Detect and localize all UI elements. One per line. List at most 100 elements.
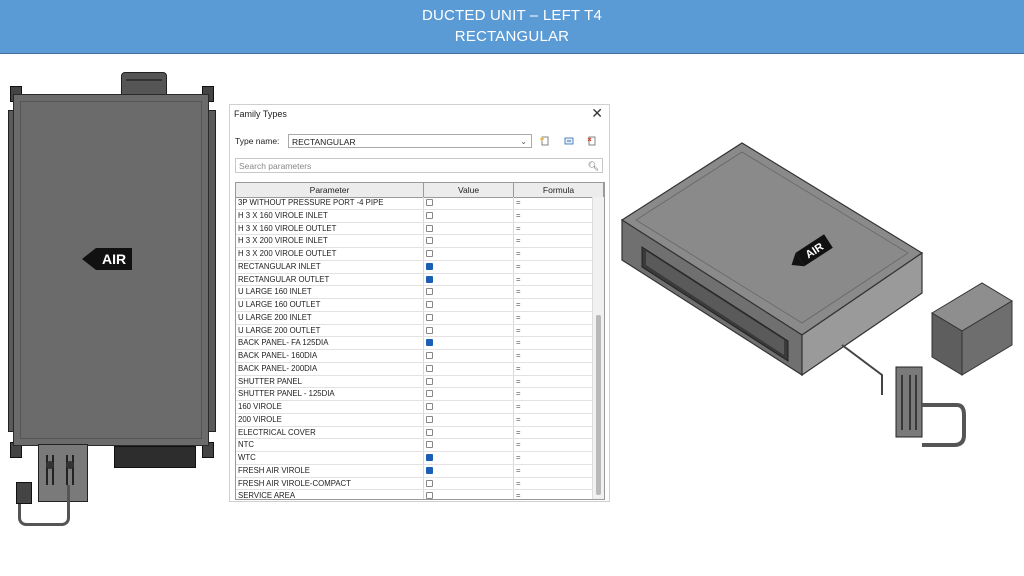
formula-cell[interactable]: = (516, 478, 521, 490)
value-checkbox[interactable] (426, 250, 433, 257)
value-checkbox[interactable] (426, 275, 433, 283)
front-view-drawing: AIR (8, 70, 218, 530)
new-type-icon[interactable] (540, 136, 550, 146)
value-checkbox[interactable] (426, 479, 433, 487)
close-icon[interactable]: ✕ (591, 105, 603, 122)
formula-cell[interactable]: = (516, 363, 521, 375)
formula-cell[interactable]: = (516, 325, 521, 337)
parameter-name: RECTANGULAR INLET (238, 261, 321, 271)
table-row[interactable]: NTC = (236, 439, 592, 452)
formula-cell[interactable]: = (516, 439, 521, 451)
table-row[interactable]: BACK PANEL- 160DIA = (236, 350, 592, 363)
type-name-value: RECTANGULAR (292, 137, 356, 147)
formula-cell[interactable]: = (516, 248, 521, 260)
value-checkbox[interactable] (426, 262, 433, 270)
table-row[interactable]: U LARGE 160 OUTLET = (236, 299, 592, 312)
parameter-name: U LARGE 200 OUTLET (238, 325, 321, 335)
type-name-select[interactable]: RECTANGULAR ⌄ (288, 134, 532, 148)
formula-cell[interactable]: = (516, 427, 521, 439)
value-checkbox[interactable] (426, 352, 433, 359)
value-checkbox[interactable] (426, 326, 433, 334)
parameter-name: SHUTTER PANEL - 125DIA (238, 389, 335, 399)
table-row[interactable]: BACK PANEL- 200DIA = (236, 363, 592, 376)
formula-cell[interactable]: = (516, 312, 521, 324)
value-checkbox[interactable] (426, 301, 433, 308)
value-checkbox[interactable] (426, 364, 433, 372)
parameter-name: FRESH AIR VIROLE-COMPACT (238, 478, 351, 488)
column-header-value[interactable]: Value (424, 183, 514, 197)
formula-cell[interactable]: = (516, 376, 521, 388)
table-row[interactable]: SERVICE AREA = (236, 490, 592, 499)
table-row[interactable]: 160 VIROLE = (236, 401, 592, 414)
table-row[interactable]: U LARGE 160 INLET = (236, 286, 592, 299)
value-checkbox[interactable] (426, 441, 433, 449)
formula-cell[interactable]: = (516, 465, 521, 477)
value-checkbox[interactable] (426, 339, 433, 347)
value-checkbox[interactable] (426, 288, 433, 296)
formula-cell[interactable]: = (516, 261, 521, 273)
parameter-name: H 3 X 160 VIROLE OUTLET (238, 223, 337, 233)
column-header-formula[interactable]: Formula (514, 183, 604, 197)
value-checkbox[interactable] (426, 403, 433, 410)
value-checkbox[interactable] (426, 454, 433, 461)
parameter-name: RECTANGULAR OUTLET (238, 274, 330, 284)
table-row[interactable]: H 3 X 160 VIROLE OUTLET = (236, 223, 592, 236)
parameter-name: 200 VIROLE (238, 414, 282, 424)
table-row[interactable]: BACK PANEL- FA 125DIA = (236, 337, 592, 350)
formula-cell[interactable]: = (516, 274, 521, 286)
table-row[interactable]: FRESH AIR VIROLE = (236, 465, 592, 478)
vertical-scrollbar[interactable] (592, 197, 604, 499)
formula-cell[interactable]: = (516, 223, 521, 235)
value-checkbox[interactable] (426, 492, 433, 499)
formula-cell[interactable]: = (516, 350, 521, 362)
value-checkbox[interactable] (426, 466, 433, 474)
value-checkbox[interactable] (426, 390, 433, 398)
rename-type-icon[interactable] (564, 136, 574, 146)
formula-cell[interactable]: = (516, 299, 521, 311)
arrow-left-icon (82, 248, 96, 270)
parameter-name: FRESH AIR VIROLE (238, 465, 310, 475)
table-row[interactable]: H 3 X 160 VIROLE INLET = (236, 210, 592, 223)
value-checkbox[interactable] (426, 224, 433, 232)
formula-cell[interactable]: = (516, 286, 521, 298)
formula-cell[interactable]: = (516, 337, 521, 349)
table-row[interactable]: ELECTRICAL COVER = (236, 427, 592, 440)
formula-cell[interactable]: = (516, 414, 521, 426)
formula-cell[interactable]: = (516, 401, 521, 413)
scroll-thumb[interactable] (596, 315, 601, 495)
table-row[interactable]: RECTANGULAR INLET = (236, 261, 592, 274)
value-checkbox[interactable] (426, 237, 433, 245)
table-row[interactable]: 200 VIROLE = (236, 414, 592, 427)
formula-cell[interactable]: = (516, 388, 521, 400)
value-checkbox[interactable] (426, 377, 433, 385)
table-row[interactable]: SHUTTER PANEL - 125DIA = (236, 388, 592, 401)
formula-cell[interactable]: = (516, 210, 521, 222)
table-row[interactable]: U LARGE 200 OUTLET = (236, 325, 592, 338)
formula-cell[interactable]: = (516, 452, 521, 464)
table-row[interactable]: H 3 X 200 VIROLE INLET = (236, 235, 592, 248)
air-direction-label: AIR (82, 248, 133, 270)
parameter-name: H 3 X 200 VIROLE INLET (238, 236, 328, 246)
parameter-name: WTC (238, 453, 256, 462)
column-header-parameter[interactable]: Parameter (236, 183, 424, 197)
value-checkbox[interactable] (426, 415, 433, 423)
delete-type-icon[interactable] (587, 136, 597, 146)
condensate-tray (114, 446, 196, 468)
table-row[interactable]: WTC = (236, 452, 592, 465)
value-checkbox[interactable] (426, 199, 433, 206)
value-checkbox[interactable] (426, 211, 433, 219)
table-row[interactable]: 3P WITHOUT PRESSURE PORT -4 PIPE = (236, 197, 592, 210)
formula-cell[interactable]: = (516, 490, 521, 499)
table-row[interactable]: FRESH AIR VIROLE-COMPACT = (236, 478, 592, 491)
table-row[interactable]: SHUTTER PANEL = (236, 376, 592, 389)
table-row[interactable]: RECTANGULAR OUTLET = (236, 274, 592, 287)
value-checkbox[interactable] (426, 313, 433, 321)
table-row[interactable]: H 3 X 200 VIROLE OUTLET = (236, 248, 592, 261)
value-checkbox[interactable] (426, 428, 433, 436)
formula-cell[interactable]: = (516, 235, 521, 247)
parameter-name: U LARGE 160 INLET (238, 287, 312, 297)
formula-cell[interactable]: = (516, 197, 521, 209)
table-row[interactable]: U LARGE 200 INLET = (236, 312, 592, 325)
parameter-name: U LARGE 160 OUTLET (238, 300, 321, 309)
search-parameters-input[interactable]: Search parameters 🔍︎ (235, 158, 603, 173)
